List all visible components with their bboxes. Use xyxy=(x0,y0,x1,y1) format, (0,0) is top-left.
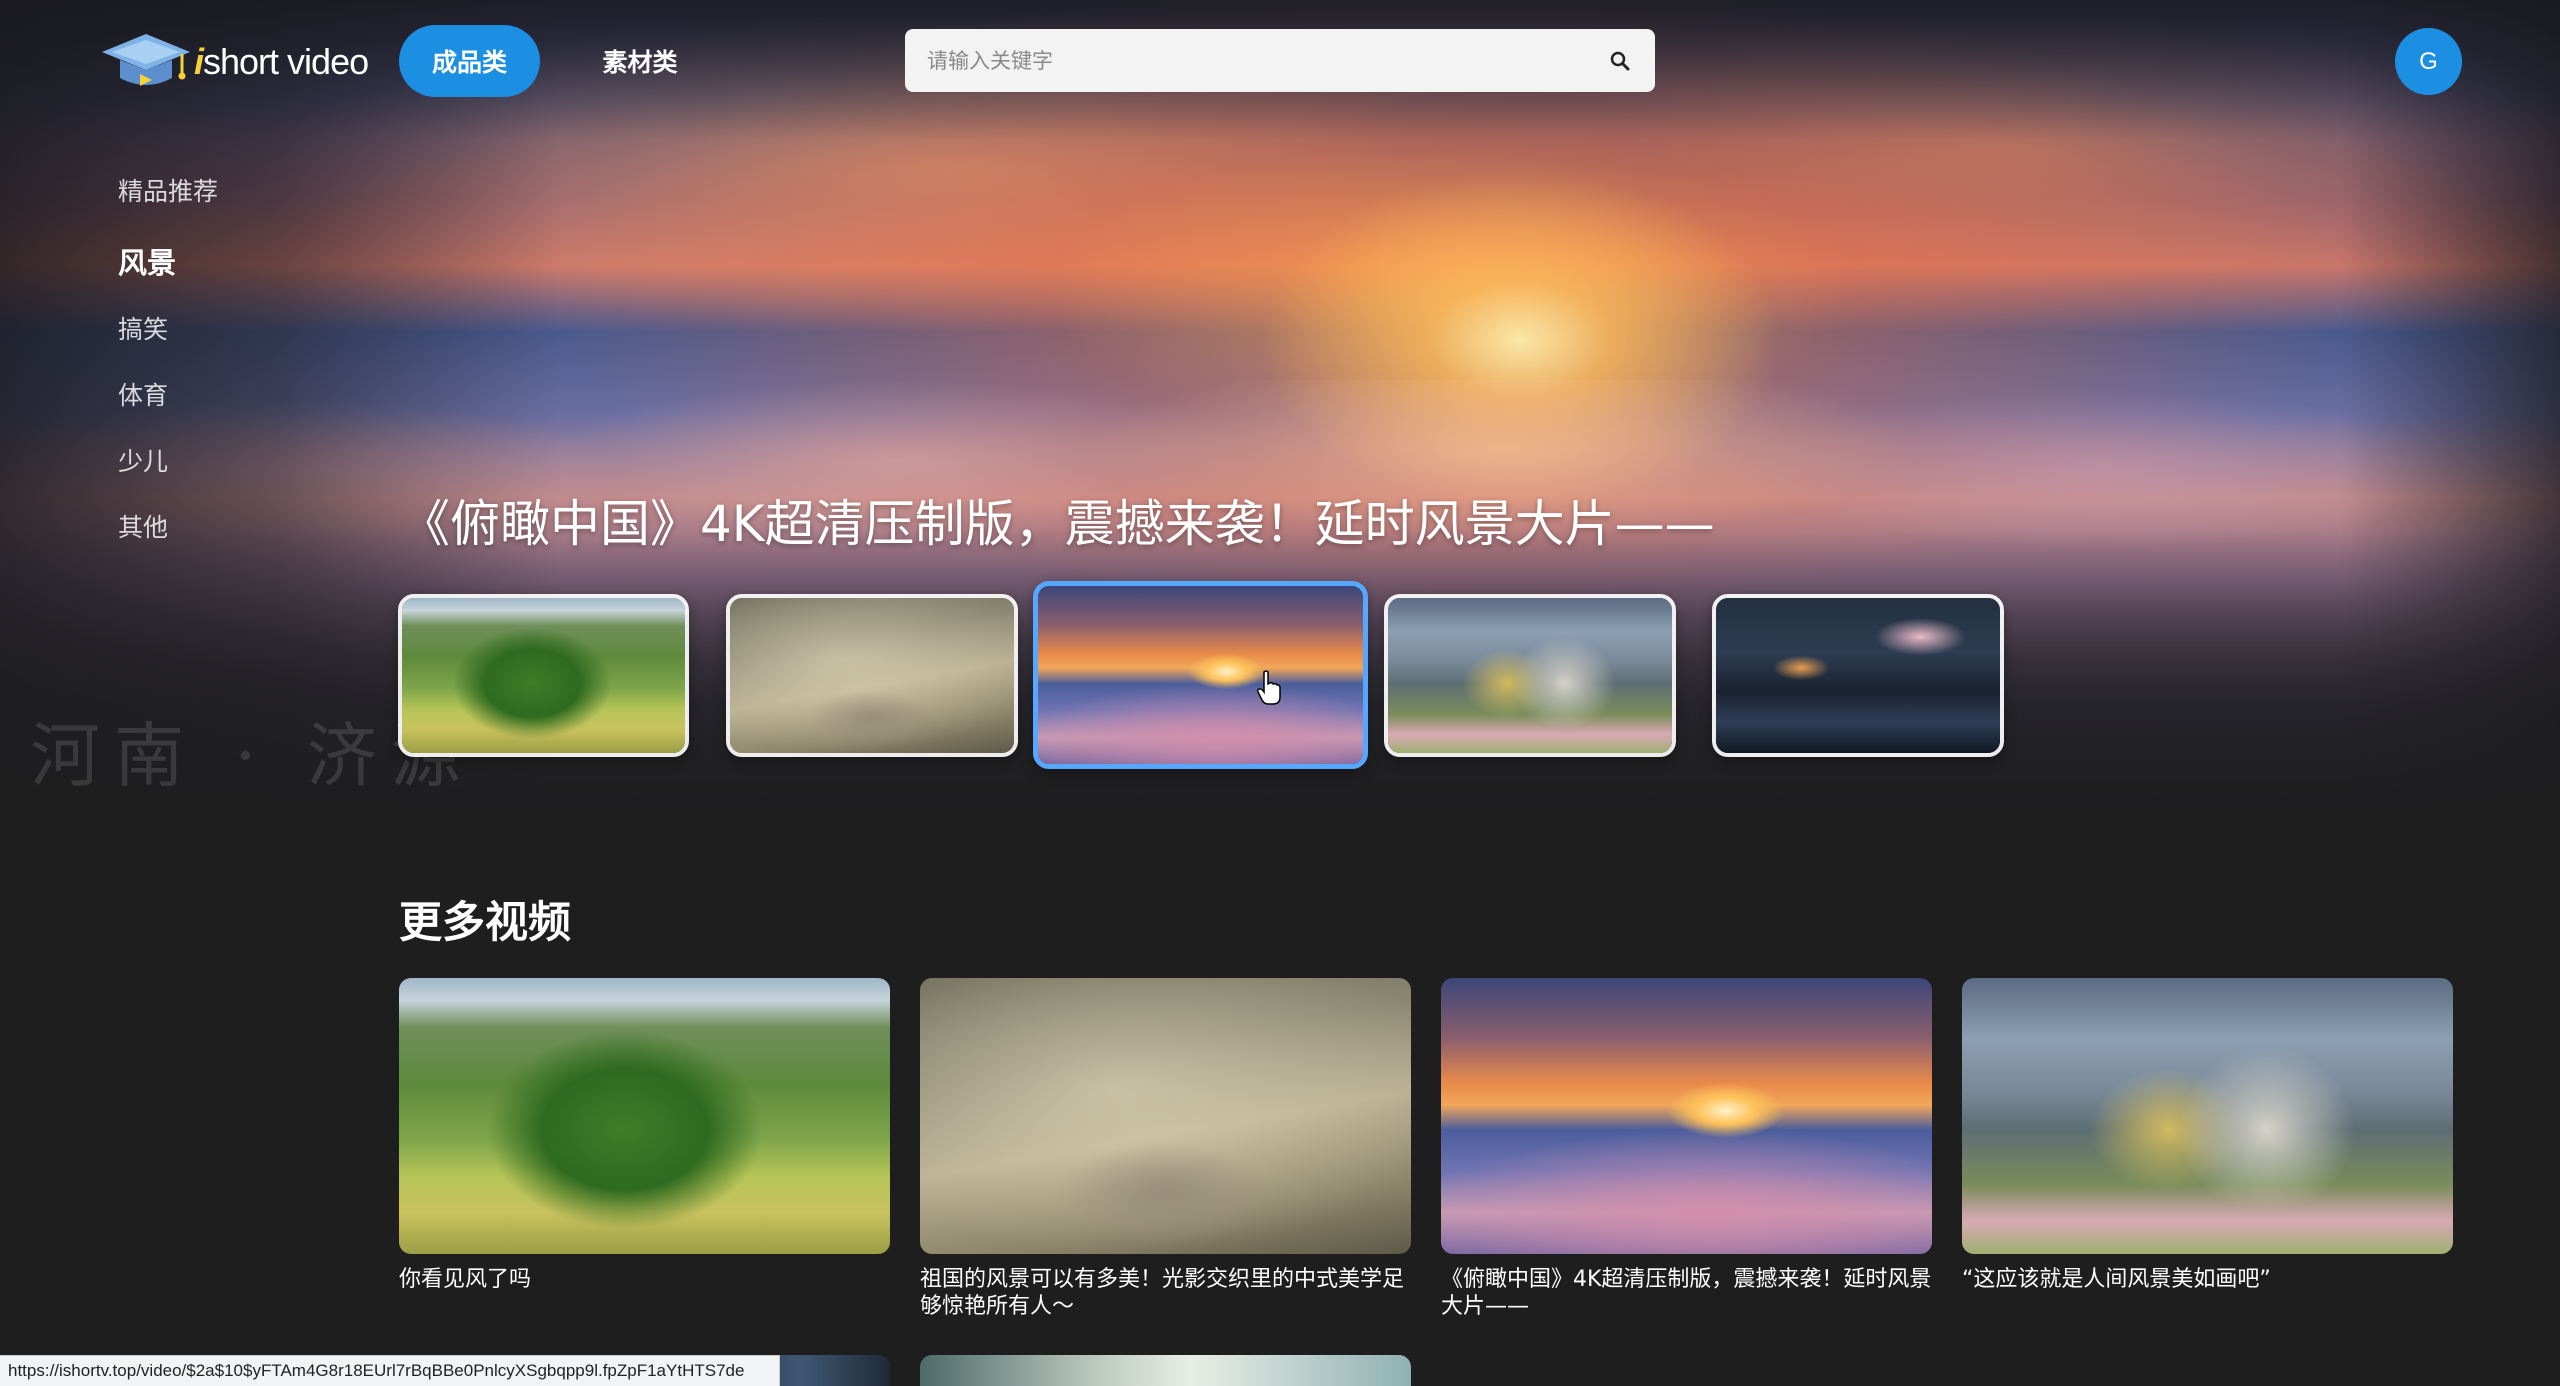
sidebar-item-featured[interactable]: 精品推荐 xyxy=(118,172,218,208)
sidebar-item-sports[interactable]: 体育 xyxy=(118,376,168,412)
tab-finished-products[interactable]: 成品类 xyxy=(399,25,540,97)
browser-status-url: https://ishortv.top/video/$2a$10$yFTAm4G… xyxy=(0,1355,780,1386)
logo-suffix: short video xyxy=(203,41,369,82)
hero-thumbnail-4[interactable] xyxy=(1384,594,1676,757)
girl-painting-image xyxy=(1962,978,2453,1254)
hero-video-title[interactable]: 《俯瞰中国》4K超清压制版，震撼来袭！延时风景大片—— xyxy=(400,484,1715,556)
video-card-2[interactable]: 祖国的风景可以有多美！光影交织里的中式美学足够惊艳所有人～ xyxy=(920,978,1411,1320)
hero-thumbnail-3-selected[interactable] xyxy=(1033,581,1368,769)
misty-temple-thumbnail xyxy=(730,598,1014,753)
more-videos-title: 更多视频 xyxy=(399,898,571,948)
search-icon xyxy=(1610,51,1630,70)
sidebar-item-other[interactable]: 其他 xyxy=(118,508,168,544)
hero-thumbnail-5[interactable] xyxy=(1712,594,2004,757)
graduation-cap-icon xyxy=(102,34,190,86)
tree-meadow-image xyxy=(399,978,890,1254)
night-town-thumbnail xyxy=(1716,598,2000,753)
hero-thumbnail-2[interactable] xyxy=(726,594,1018,757)
tab-materials[interactable]: 素材类 xyxy=(570,25,710,97)
sidebar-item-scenery[interactable]: 风景 xyxy=(118,240,176,282)
girl-painting-thumbnail xyxy=(1388,598,1672,753)
video-card-6-partial[interactable] xyxy=(920,1355,1411,1386)
video-card-caption: “这应该就是人间风景美如画吧” xyxy=(1962,1267,2271,1292)
misty-temple-image xyxy=(920,978,1411,1254)
user-avatar[interactable]: G xyxy=(2395,28,2462,95)
video-card-3[interactable]: 《俯瞰中国》4K超清压制版，震撼来袭！延时风景大片—— xyxy=(1441,978,1932,1320)
search-bar xyxy=(905,29,1655,92)
video-card-4[interactable]: “这应该就是人间风景美如画吧” xyxy=(1962,978,2453,1293)
video-card-caption: 《俯瞰中国》4K超清压制版，震撼来袭！延时风景大片—— xyxy=(1441,1267,1932,1319)
sidebar-item-kids[interactable]: 少儿 xyxy=(118,442,168,478)
video-card-caption: 你看见风了吗 xyxy=(399,1267,532,1292)
hand-cursor-icon xyxy=(1257,670,1281,705)
tree-meadow-thumbnail xyxy=(402,598,685,753)
hero-thumbnail-1[interactable] xyxy=(398,594,689,757)
video-card-caption: 祖国的风景可以有多美！光影交织里的中式美学足够惊艳所有人～ xyxy=(920,1267,1405,1319)
sunset-clouds-thumbnail xyxy=(1038,586,1363,764)
sunset-clouds-image xyxy=(1441,978,1932,1254)
logo-prefix: i xyxy=(194,41,204,82)
search-input[interactable] xyxy=(905,29,1585,92)
video-card-1[interactable]: 你看见风了吗 xyxy=(399,978,890,1293)
sidebar-item-funny[interactable]: 搞笑 xyxy=(118,310,168,346)
search-button[interactable] xyxy=(1585,29,1655,92)
top-header: ishort video 成品类 素材类 G xyxy=(0,0,2560,124)
site-logo[interactable]: ishort video xyxy=(100,28,369,96)
